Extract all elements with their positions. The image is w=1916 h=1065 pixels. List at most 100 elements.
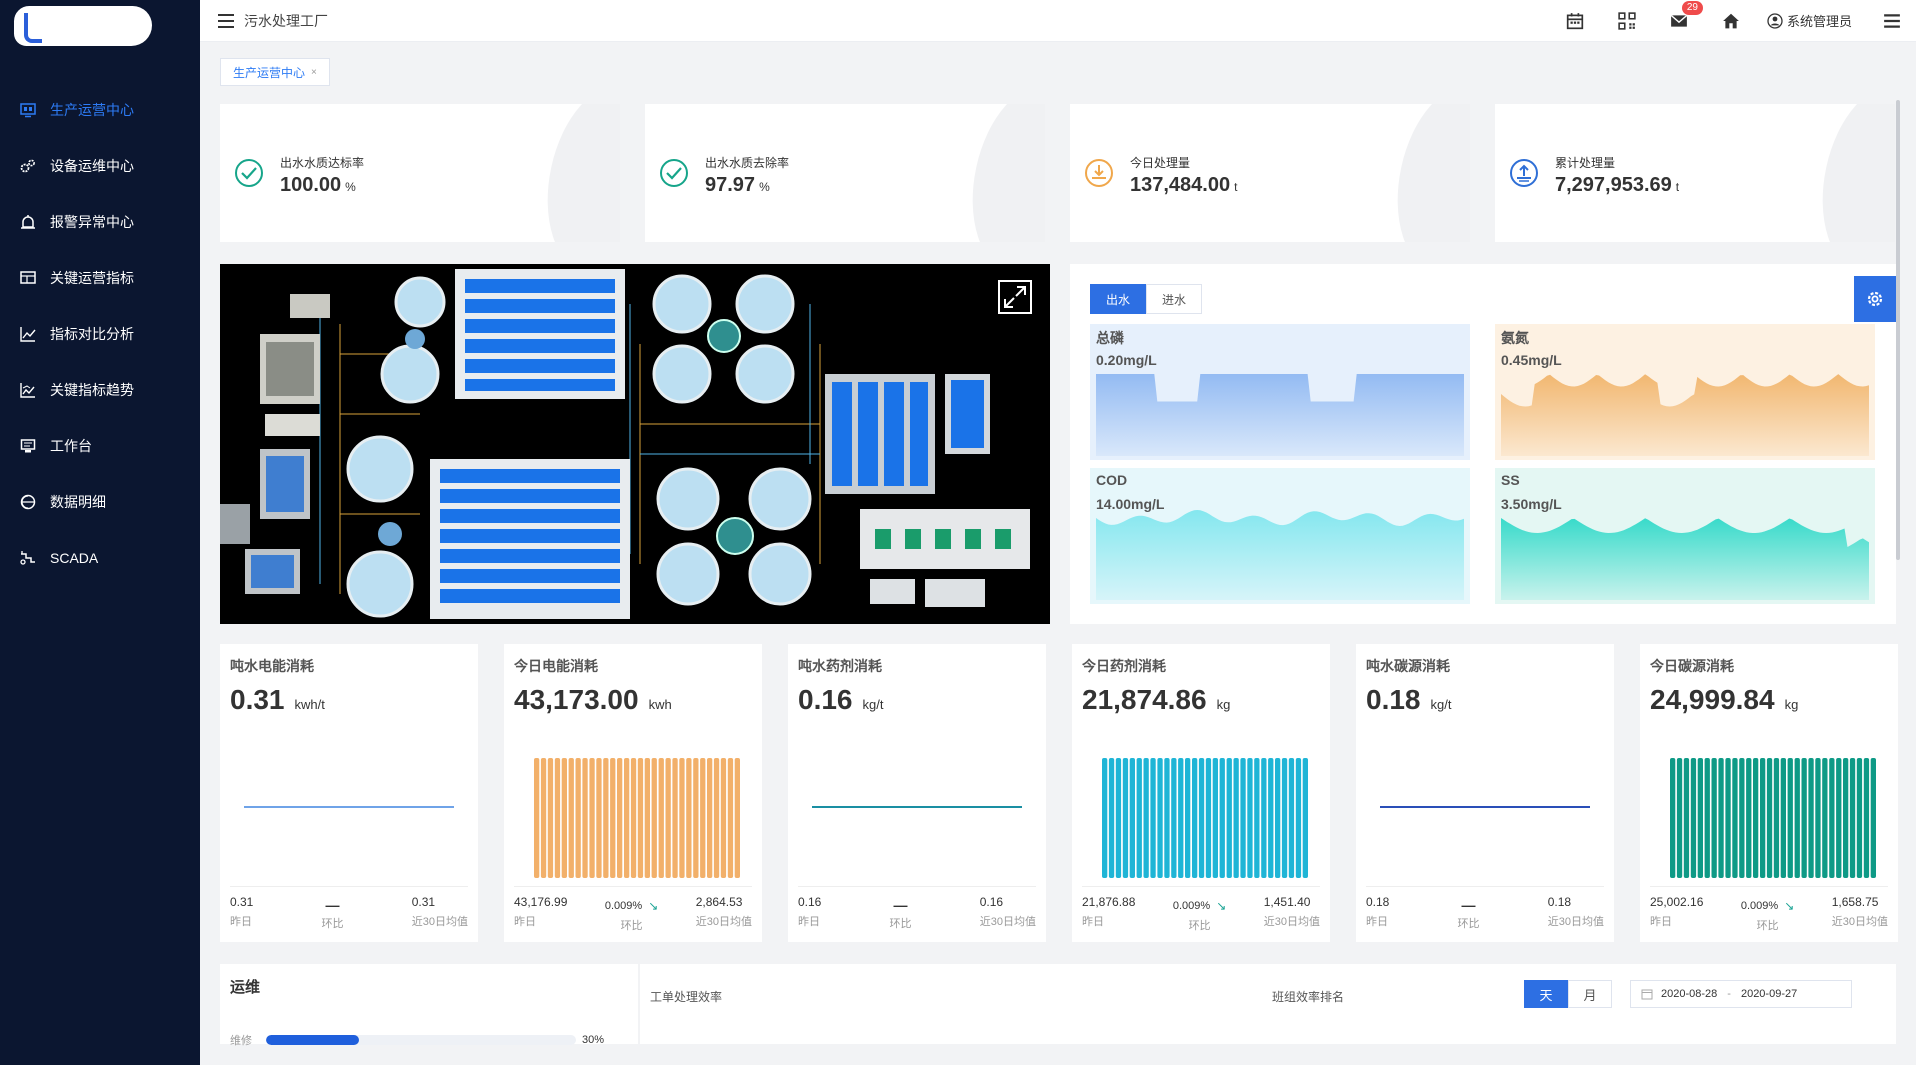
home-icon[interactable] — [1721, 11, 1741, 31]
bar — [1746, 758, 1752, 878]
mail-icon[interactable]: 29 — [1669, 0, 1703, 31]
bar — [1178, 758, 1184, 878]
stat-unit: t — [1234, 180, 1238, 194]
avg-label: 近30日均值 — [979, 916, 1036, 928]
period-tab-1[interactable]: 月 — [1568, 980, 1612, 1008]
quality-sparkline — [1090, 324, 1470, 460]
bar — [1254, 758, 1260, 878]
avg-label: 近30日均值 — [1547, 916, 1604, 928]
quality-card[interactable]: SS 3.50mg/L — [1495, 468, 1875, 604]
quality-name: SS — [1501, 472, 1520, 488]
sidebar-item-5[interactable]: 关键指标趋势 — [0, 362, 200, 418]
efficiency-panel: 工单处理效率 班组效率排名 天月 2020-08-28 - 2020-09-27 — [640, 964, 1896, 1044]
bar — [589, 758, 595, 878]
ratio-value-row: 0.009% ↘ — [1741, 899, 1794, 913]
ratio-col: — 环比 — [322, 897, 344, 930]
quality-tab-0[interactable]: 出水 — [1090, 284, 1146, 314]
bar — [1815, 758, 1821, 878]
consumption-value: 0.31 — [230, 684, 285, 715]
sidebar-item-3[interactable]: 关键运营指标 — [0, 250, 200, 306]
quality-card[interactable]: 总磷 0.20mg/L — [1090, 324, 1470, 460]
quality-card[interactable]: COD 14.00mg/L — [1090, 468, 1470, 604]
quality-tab-1[interactable]: 进水 — [1146, 284, 1202, 314]
bar — [534, 758, 540, 878]
sidebar-item-1[interactable]: 设备运维中心 — [0, 138, 200, 194]
water-quality-panel: 出水 进水 总磷 0.20mg/L 氨氮 0.45mg/L COD 14.00mg/L SS 3… — [1070, 264, 1896, 624]
sidebar-item-2[interactable]: 报警异常中心 — [0, 194, 200, 250]
yesterday-col: 0.16 昨日 — [798, 895, 821, 930]
consumption-card: 吨水电能消耗 0.31 kwh/t 0.31 昨日 — 环比 0.31 近30日均值 — [220, 644, 478, 942]
sidebar-item-7[interactable]: 数据明细 — [0, 474, 200, 530]
ops-panel: 运维 维修 30% — [220, 964, 638, 1047]
bar — [1212, 758, 1218, 878]
ops-title: 运维 — [230, 979, 261, 996]
database-icon — [20, 494, 36, 510]
quality-value: 0.45mg/L — [1501, 352, 1562, 368]
bar — [1108, 758, 1115, 878]
avg-label: 近30日均值 — [695, 916, 752, 928]
user-menu[interactable]: 系统管理员 — [1767, 11, 1852, 30]
more-menu-icon[interactable] — [1882, 11, 1902, 31]
qrcode-icon[interactable] — [1617, 11, 1637, 31]
fullscreen-icon[interactable] — [998, 280, 1032, 314]
bar — [1849, 758, 1856, 878]
bar — [575, 758, 581, 878]
tag-close-icon[interactable]: × — [311, 67, 317, 78]
ratio-value-row: 0.009% ↘ — [605, 899, 658, 913]
settings-gear-icon[interactable] — [1854, 276, 1896, 322]
tag-production-center[interactable]: 生产运营中心 × — [220, 58, 330, 86]
stat-card: 出水水质去除率 97.97% — [645, 104, 1045, 242]
sidebar-item-4[interactable]: 指标对比分析 — [0, 306, 200, 362]
yesterday-value: 25,002.16 — [1650, 895, 1704, 909]
bar — [665, 758, 671, 878]
ratio-value-row: — — [1462, 898, 1476, 912]
yesterday-value: 43,176.99 — [514, 895, 568, 909]
yesterday-label: 昨日 — [230, 916, 252, 928]
page-scrollbar[interactable] — [1896, 100, 1900, 560]
consumption-value: 0.18 — [1366, 684, 1421, 715]
yesterday-value: 0.31 — [230, 895, 254, 909]
bar — [707, 758, 713, 878]
bar — [1115, 758, 1122, 878]
quality-card[interactable]: 氨氮 0.45mg/L — [1495, 324, 1875, 460]
bar — [1164, 758, 1170, 878]
ratio-value: — — [325, 897, 340, 913]
bar — [672, 758, 678, 878]
avg-value: 2,864.53 — [695, 895, 743, 909]
bar — [1275, 758, 1281, 878]
consumption-unit: kwh — [648, 697, 672, 712]
ops-progress-text: 30% — [582, 1034, 605, 1046]
yesterday-value: 0.18 — [1366, 895, 1390, 909]
bar — [734, 758, 740, 878]
sidebar-item-label: 生产运营中心 — [50, 102, 134, 118]
period-tab-0[interactable]: 天 — [1524, 980, 1568, 1008]
stat-value: 97.97 — [705, 174, 756, 196]
trend-icon — [20, 382, 36, 398]
bar — [561, 758, 567, 878]
quality-name: COD — [1096, 472, 1128, 488]
stat-label: 出水水质达标率 — [280, 156, 365, 170]
bar — [1856, 758, 1863, 878]
avg-value: 1,451.40 — [1263, 895, 1311, 909]
plant-overview-map[interactable] — [220, 264, 1050, 624]
bar — [1787, 758, 1793, 878]
sidebar-item-6[interactable]: 工作台 — [0, 418, 200, 474]
bar — [624, 758, 630, 878]
sidebar-item-8[interactable]: SCADA — [0, 530, 200, 586]
ratio-col: — 环比 — [890, 898, 912, 930]
quality-sparkline — [1495, 324, 1875, 460]
bar — [1843, 758, 1849, 878]
logo[interactable] — [0, 0, 200, 60]
ratio-value: 0.009% — [1172, 900, 1211, 912]
consumption-unit: kwh/t — [294, 697, 325, 712]
date-range-picker[interactable]: 2020-08-28 - 2020-09-27 — [1630, 980, 1852, 1008]
avg-col: 0.16 近30日均值 — [980, 895, 1036, 930]
bar — [1690, 758, 1697, 878]
stat-card: 累计处理量 7,297,953.69 t — [1495, 104, 1895, 242]
collapse-menu-icon[interactable] — [218, 13, 234, 28]
bar — [1157, 758, 1163, 878]
calendar-icon[interactable] — [1565, 11, 1585, 31]
bar — [1281, 758, 1288, 878]
sidebar-item-0[interactable]: 生产运营中心 — [0, 82, 200, 138]
ratio-col: — 环比 — [1458, 898, 1480, 930]
